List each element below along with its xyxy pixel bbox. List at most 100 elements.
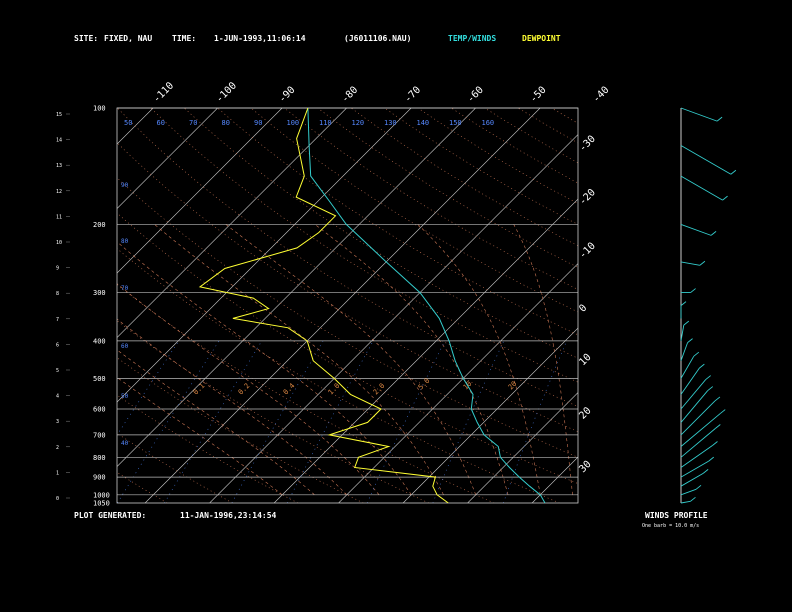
isotherm-line [402,327,578,503]
isotherm-right-label: -20 [577,187,598,208]
moist-adiabat [154,224,444,495]
dry-adiabat [117,320,429,503]
height-km-label: 3 [56,419,59,425]
mixing-ratio-label: 5.0 [417,377,432,392]
theta-label: 70 [189,119,197,127]
dry-adiabat [117,177,578,458]
height-km-label: 5 [56,368,59,374]
moist-adiabat [513,224,573,495]
wind-barb-flag [695,484,702,490]
theta-label: 140 [417,119,430,127]
dry-adiabat [0,108,102,503]
theta-label: 120 [352,119,365,127]
mixing-ratio-line [231,340,324,503]
isotherm-top-label: -110 [151,80,176,105]
wind-barb-flag [687,338,693,343]
wind-barb-flag [714,396,721,402]
isotherm-line [117,108,476,468]
theta-label: 130 [384,119,397,127]
wind-barb [680,488,697,496]
theta-label: 110 [319,119,332,127]
wind-barb-flag [690,496,696,502]
pressure-label: 100 [93,105,106,113]
dry-adiabat [451,108,578,184]
wind-barb-flag [683,320,690,326]
dry-adiabat [117,142,578,433]
dry-adiabat [284,108,578,290]
wind-barb-flag [710,231,717,236]
wind-barb [680,342,688,361]
isotherm-line [0,108,24,503]
mixing-ratio-label: 0.2 [237,382,252,397]
height-km-label: 6 [56,342,59,348]
isotherm-right-label: 0 [577,303,589,315]
theta-left-label: 60 [121,343,129,350]
theta-left-label: 70 [121,285,129,292]
wind-barb-flag [702,469,709,474]
mixing-ratio-line [366,340,446,503]
isotherm-right-label: -30 [577,134,598,155]
dry-adiabat [117,212,578,484]
isotherm-top-label: -90 [277,85,298,106]
isotherm-top-label: -40 [591,85,612,106]
height-km-label: 11 [56,214,62,220]
wind-barb-flag [707,386,714,391]
wind-barb [680,107,718,122]
wind-barb [680,145,732,175]
isotherm-top-label: -100 [214,80,239,105]
height-km-label: 14 [56,138,62,144]
isotherm-top-label: -60 [465,85,486,106]
pressure-label: 600 [93,405,106,413]
moist-adiabat [417,224,541,495]
wind-barb [680,355,695,379]
height-km-label: 13 [56,163,62,169]
mixing-ratio-line [432,340,505,503]
pressure-label: 200 [93,221,106,229]
wind-barb-flag [712,441,718,446]
height-km-label: 2 [56,445,59,451]
pressure-label: 500 [93,375,106,383]
isotherm-right-label: -10 [577,241,598,262]
wind-barb-flag [699,260,706,266]
wind-barb [680,390,709,423]
pressure-label: 700 [93,431,106,439]
wind-barb [680,413,721,447]
moist-adiabat [225,224,477,495]
wind-barb-flag [690,288,696,293]
wind-barb [680,379,707,410]
isotherm-line [209,134,578,503]
theta-label: 100 [287,119,300,127]
theta-left-label: 50 [121,393,129,400]
dry-adiabat [551,108,578,124]
wind-barb [680,224,712,236]
mixing-ratio-label: 0.4 [282,382,297,397]
isotherm-right-label: 10 [577,352,593,368]
isotherm-line [117,108,218,210]
mixing-ratio-line [117,340,180,436]
wind-barb [680,175,723,201]
isotherm-line [467,392,578,503]
height-km-label: 15 [56,112,62,118]
height-km-label: 10 [56,240,62,246]
dry-adiabat [384,108,578,225]
wind-barb [680,400,716,436]
isotherm-right-label: 20 [577,405,593,421]
isotherm-line [0,108,89,503]
plot-frame [116,107,579,504]
isotherm-line [531,456,578,503]
isotherm-right-label: 30 [577,459,593,475]
height-km-label: 12 [56,189,62,195]
isotherm-line [117,108,154,145]
dry-adiabat [250,108,578,313]
dry-adiabat [117,432,233,503]
dry-adiabat [117,471,168,503]
temperature-profile [307,108,546,503]
isotherm-line [144,108,541,503]
height-km-label: 0 [56,496,59,502]
wind-barb-flag [705,375,711,380]
pressure-label: 1000 [93,491,110,499]
plot-area [0,108,578,503]
wind-barb [680,445,713,468]
wind-barb-flag [722,195,728,201]
pressure-label: 300 [93,289,106,297]
